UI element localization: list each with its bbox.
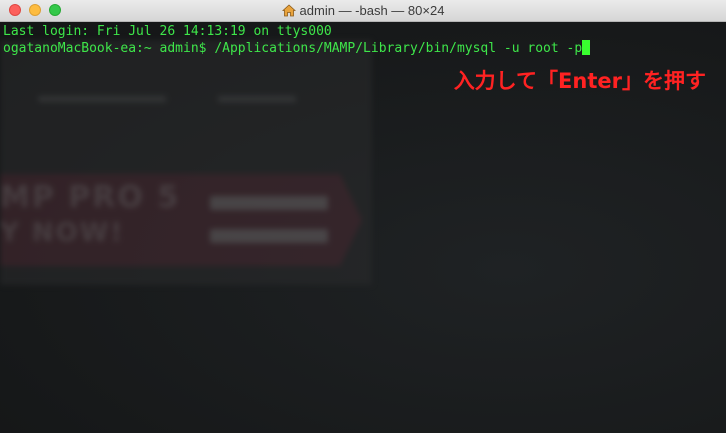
terminal-window: admin — -bash — 80×24 MP PRO 5 Y NOW! La… [0,0,726,433]
last-login-line: Last login: Fri Jul 26 14:13:19 on ttys0… [3,24,332,39]
window-title-container: admin — -bash — 80×24 [0,3,726,20]
text-cursor [582,40,591,55]
background-banner-pill [210,196,328,210]
background-text-block [218,96,296,102]
command-line[interactable]: ogatanoMacBook-ea:~ admin$ /Applications… [3,40,591,57]
terminal-content[interactable]: MP PRO 5 Y NOW! Last login: Fri Jul 26 1… [0,22,726,433]
instruction-annotation: 入力して「Enter」を押す [453,69,706,93]
home-icon [281,4,296,20]
background-banner-arrow [340,174,362,266]
title-bar[interactable]: admin — -bash — 80×24 [0,0,726,22]
window-title: admin — -bash — 80×24 [299,3,445,18]
background-banner-text: Y NOW! [0,218,125,248]
background-text-block [38,96,166,102]
background-banner-text: MP PRO 5 [0,180,181,215]
shell-prompt: ogatanoMacBook-ea:~ admin$ [3,41,215,56]
typed-command: /Applications/MAMP/Library/bin/mysql -u … [214,41,583,56]
background-banner-pill [210,229,328,243]
